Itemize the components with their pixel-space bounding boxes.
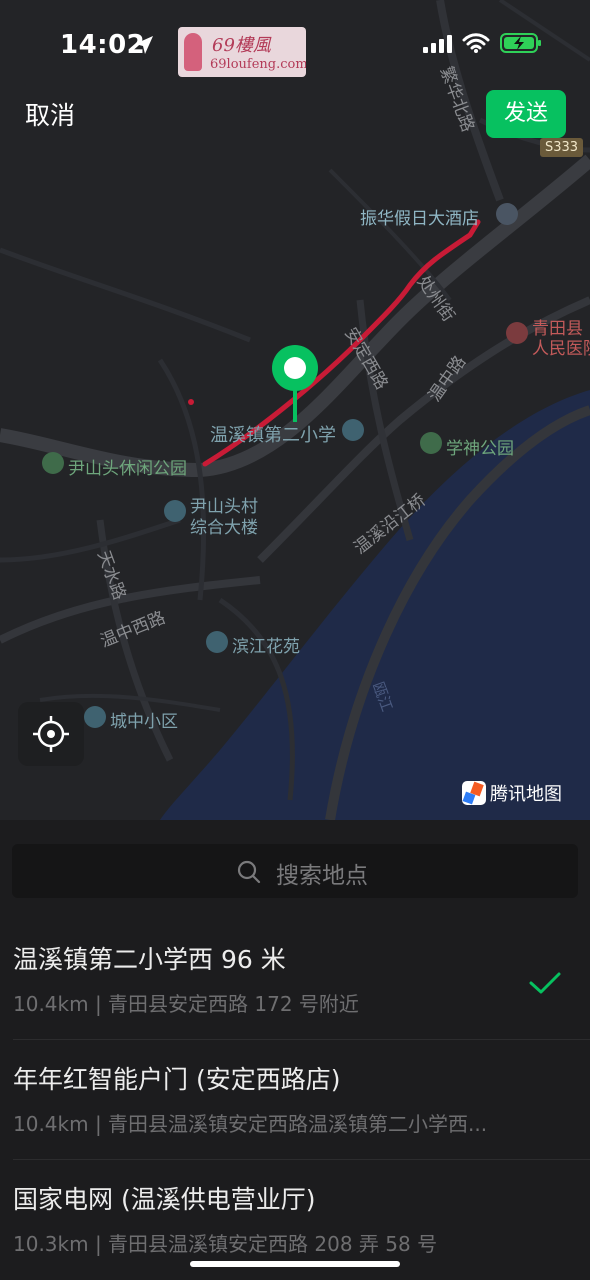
crosshair-icon <box>33 716 69 752</box>
list-item[interactable]: 温溪镇第二小学西 96 米 10.4km | 青田县安定西路 172 号附近 <box>0 920 590 1040</box>
road-sign-s333: S333 <box>540 138 584 157</box>
map-brand: 腾讯地图 <box>462 779 562 807</box>
building-icon <box>164 500 186 522</box>
result-title: 国家电网 (温溪供电营业厅) <box>13 1185 316 1214</box>
map-label-xueshen-park: 学神公园 <box>446 439 514 459</box>
cancel-button[interactable]: 取消 <box>25 96 75 132</box>
hospital-icon <box>506 322 528 344</box>
send-button[interactable]: 发送 <box>486 90 566 138</box>
cellular-signal-icon <box>423 35 452 53</box>
status-bar: 14:02 69樓風 69loufeng.com <box>0 0 590 88</box>
result-subtitle: 10.4km | 青田县温溪镇安定西路温溪镇第二小学西... <box>13 1112 488 1136</box>
result-title: 年年红智能户门 (安定西路店) <box>13 1065 341 1094</box>
residence-icon <box>206 631 228 653</box>
location-arrow-icon <box>135 36 153 54</box>
map-label-chengzhong: 城中小区 <box>110 712 178 732</box>
home-indicator[interactable] <box>190 1261 400 1267</box>
list-item[interactable]: 年年红智能户门 (安定西路店) 10.4km | 青田县温溪镇安定西路温溪镇第二… <box>0 1040 590 1160</box>
locate-me-button[interactable] <box>18 702 84 766</box>
park-icon <box>420 432 442 454</box>
checkmark-icon <box>529 972 561 994</box>
brand-name: 腾讯地图 <box>490 784 562 805</box>
result-title: 温溪镇第二小学西 96 米 <box>13 945 286 974</box>
map-label-hotel: 振华假日大酒店 <box>360 209 479 229</box>
residence-icon-2 <box>84 706 106 728</box>
map-label-yinshantou-park: 尹山头休闲公园 <box>68 459 187 479</box>
search-input[interactable]: 搜索地点 <box>12 844 578 898</box>
park-icon-left <box>42 452 64 474</box>
hotel-icon <box>496 203 518 225</box>
search-icon <box>237 860 261 884</box>
watermark-logo: 69樓風 69loufeng.com <box>178 27 306 77</box>
map-label-building: 综合大楼 <box>190 518 258 538</box>
map-label-school: 温溪镇第二小学 <box>210 425 336 446</box>
search-placeholder: 搜索地点 <box>276 863 368 889</box>
school-icon <box>342 419 364 441</box>
tencent-map-logo-icon <box>462 781 486 805</box>
wifi-icon <box>462 33 490 53</box>
watermark-line1: 69樓風 <box>212 35 271 56</box>
map-label-hospital: 人民医院 <box>532 339 590 359</box>
location-sheet: 搜索地点 温溪镇第二小学西 96 米 10.4km | 青田县安定西路 172 … <box>0 820 590 1280</box>
battery-charging-icon <box>500 33 541 53</box>
result-subtitle: 10.3km | 青田县温溪镇安定西路 208 弄 58 号 <box>13 1232 438 1256</box>
map-label-binjiang: 滨江花苑 <box>232 637 300 657</box>
result-subtitle: 10.4km | 青田县安定西路 172 号附近 <box>13 992 359 1016</box>
watermark-line2: 69loufeng.com <box>210 57 306 72</box>
location-pin-icon[interactable] <box>270 344 320 424</box>
